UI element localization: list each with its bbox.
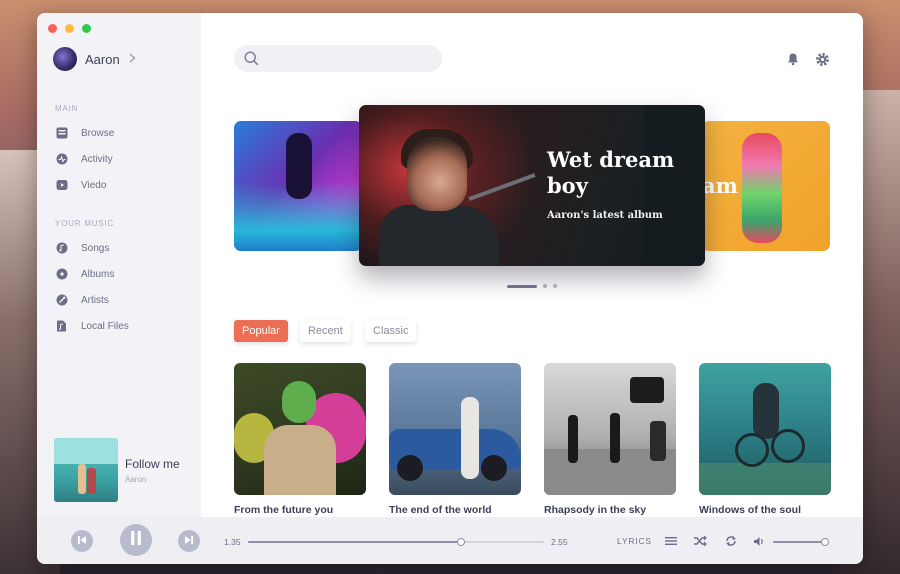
songs-icon bbox=[55, 242, 68, 255]
sidebar-item-label: Artists bbox=[81, 294, 109, 306]
search-input[interactable] bbox=[264, 49, 438, 70]
carousel-indicator bbox=[507, 284, 557, 288]
section-title-your-music: YOUR MUSIC bbox=[55, 219, 115, 228]
albums-icon bbox=[55, 268, 68, 281]
volume-slider[interactable] bbox=[773, 538, 829, 546]
browse-icon bbox=[55, 127, 68, 140]
pause-icon bbox=[130, 530, 142, 550]
now-playing-title: Follow me bbox=[125, 457, 180, 471]
featured-album-subtitle: Aaron's latest album bbox=[547, 210, 663, 221]
skip-back-icon bbox=[77, 532, 87, 550]
featured-album-card[interactable]: Wet dream boy Aaron's latest album bbox=[359, 105, 705, 266]
sidebar: Aaron MAIN Browse Activity Viedo YOUR MU… bbox=[37, 13, 201, 564]
sidebar-item-activity[interactable]: Activity bbox=[55, 151, 113, 167]
sidebar-item-label: Local Files bbox=[81, 320, 129, 332]
lyrics-button[interactable]: LYRICS bbox=[617, 536, 652, 546]
tab-recent[interactable]: Recent bbox=[300, 320, 351, 342]
now-playing-cover[interactable] bbox=[54, 438, 118, 502]
total-time: 2.55 bbox=[551, 537, 568, 547]
album-title[interactable]: Windows of the soul bbox=[699, 504, 801, 516]
album-title[interactable]: Rhapsody in the sky bbox=[544, 504, 646, 516]
volume-icon[interactable] bbox=[751, 533, 767, 549]
video-icon bbox=[55, 179, 68, 192]
tab-classic[interactable]: Classic bbox=[365, 320, 417, 342]
carousel-dot[interactable] bbox=[543, 284, 547, 288]
progress-slider[interactable] bbox=[248, 538, 544, 546]
maximize-window-button[interactable] bbox=[82, 24, 91, 33]
featured-album-title: Wet dream boy bbox=[547, 147, 675, 198]
carousel-dot-active[interactable] bbox=[507, 284, 537, 288]
user-name: Aaron bbox=[85, 51, 120, 67]
tab-popular[interactable]: Popular bbox=[234, 320, 288, 342]
album-cover[interactable] bbox=[389, 363, 521, 495]
next-track-button[interactable] bbox=[178, 530, 200, 552]
close-window-button[interactable] bbox=[48, 24, 57, 33]
sidebar-item-local-files[interactable]: Local Files bbox=[55, 318, 129, 334]
album-title[interactable]: From the future you bbox=[234, 504, 333, 516]
volume-handle[interactable] bbox=[821, 538, 829, 546]
music-app-window: Aaron MAIN Browse Activity Viedo YOUR MU… bbox=[37, 13, 863, 564]
gear-icon[interactable] bbox=[814, 51, 830, 67]
sidebar-item-label: Viedo bbox=[81, 179, 107, 191]
minimize-window-button[interactable] bbox=[65, 24, 74, 33]
queue-icon[interactable] bbox=[663, 533, 679, 549]
player-bar: 1.35 2.55 LYRICS bbox=[37, 517, 863, 564]
user-profile-button[interactable]: Aaron bbox=[53, 47, 136, 71]
sidebar-item-artists[interactable]: Artists bbox=[55, 292, 109, 308]
album-title[interactable]: The end of the world bbox=[389, 504, 492, 516]
sidebar-item-albums[interactable]: Albums bbox=[55, 266, 114, 282]
search-bar[interactable] bbox=[234, 45, 442, 72]
previous-track-button[interactable] bbox=[71, 530, 93, 552]
progress-fill bbox=[248, 541, 462, 543]
artists-icon bbox=[55, 294, 68, 307]
carousel-card-next-title: am bbox=[702, 173, 738, 198]
pause-button[interactable] bbox=[120, 524, 152, 556]
search-icon bbox=[244, 51, 259, 71]
shuffle-icon[interactable] bbox=[692, 533, 708, 549]
repeat-icon[interactable] bbox=[723, 533, 739, 549]
current-time: 1.35 bbox=[224, 537, 241, 547]
bell-icon[interactable] bbox=[785, 51, 801, 67]
avatar bbox=[53, 47, 77, 71]
local-files-icon bbox=[55, 320, 68, 333]
carousel-card-next[interactable]: am bbox=[702, 121, 830, 251]
sidebar-item-label: Browse bbox=[81, 127, 115, 139]
sidebar-item-label: Songs bbox=[81, 242, 110, 254]
album-cover[interactable] bbox=[234, 363, 366, 495]
section-title-main: MAIN bbox=[55, 104, 79, 113]
sidebar-item-label: Albums bbox=[81, 268, 115, 280]
now-playing-artist: Aaron bbox=[125, 475, 147, 484]
progress-handle[interactable] bbox=[457, 538, 466, 546]
activity-icon bbox=[55, 153, 68, 166]
chevron-right-icon bbox=[129, 52, 136, 66]
sidebar-item-video[interactable]: Viedo bbox=[55, 177, 106, 193]
sidebar-item-songs[interactable]: Songs bbox=[55, 240, 109, 256]
sidebar-item-browse[interactable]: Browse bbox=[55, 125, 114, 141]
carousel-dot[interactable] bbox=[553, 284, 557, 288]
album-cover[interactable] bbox=[544, 363, 676, 495]
skip-forward-icon bbox=[184, 532, 194, 550]
carousel-card-previous[interactable] bbox=[234, 121, 362, 251]
album-cover[interactable] bbox=[699, 363, 831, 495]
sidebar-item-label: Activity bbox=[81, 153, 113, 165]
